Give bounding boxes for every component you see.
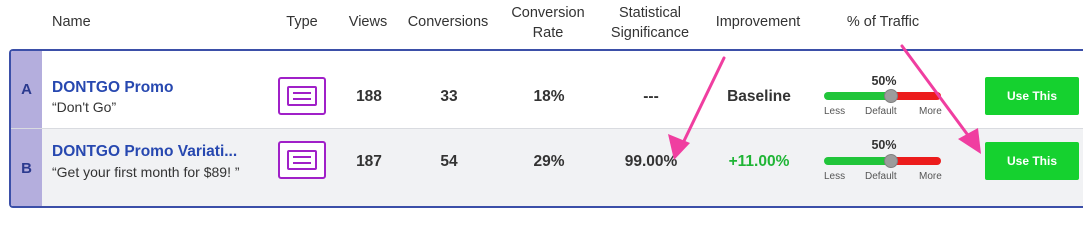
- use-this-button[interactable]: Use This: [985, 142, 1079, 180]
- significance-value: ---: [643, 88, 659, 105]
- header-improvement: Improvement: [715, 14, 801, 30]
- improvement-value: +11.00%: [728, 153, 790, 170]
- traffic-slider[interactable]: [824, 157, 941, 165]
- page-variation-icon-line: [293, 162, 311, 164]
- slider-default-label: Default: [865, 106, 897, 117]
- page-variation-icon-frame: [287, 150, 317, 170]
- variation-subtitle: “Don't Go”: [52, 99, 117, 115]
- page-variation-icon-line: [293, 156, 311, 158]
- header-type: Type: [286, 14, 318, 30]
- traffic-slider-green: [824, 157, 891, 165]
- conversions-value: 33: [440, 88, 458, 105]
- page-variation-icon[interactable]: [278, 77, 326, 115]
- traffic-slider[interactable]: [824, 92, 941, 100]
- traffic-slider-knob[interactable]: [884, 89, 898, 103]
- slider-less-label: Less: [824, 171, 846, 182]
- traffic-slider-knob[interactable]: [884, 154, 898, 168]
- views-value: 187: [356, 153, 382, 170]
- variations-table: A DONTGO Promo “Don't Go” 188 33 18% ---…: [9, 49, 1083, 208]
- conversion-rate-value: 29%: [533, 153, 565, 170]
- variation-name-link[interactable]: DONTGO Promo Variati...: [52, 143, 237, 161]
- use-this-button[interactable]: Use This: [985, 77, 1079, 115]
- conversion-rate-value: 18%: [533, 88, 565, 105]
- views-value: 188: [356, 88, 382, 105]
- header-traffic: % of Traffic: [846, 14, 920, 30]
- table-row: B DONTGO Promo Variati... “Get your firs…: [11, 128, 1083, 206]
- slider-default-label: Default: [865, 171, 897, 182]
- traffic-percent: 50%: [871, 138, 897, 152]
- header-name: Name: [52, 14, 91, 30]
- page-variation-icon-frame: [287, 86, 317, 106]
- page-variation-icon-line: [293, 98, 311, 100]
- variation-letter: A: [11, 51, 42, 128]
- page-variation-icon[interactable]: [278, 141, 326, 179]
- table-row: A DONTGO Promo “Don't Go” 188 33 18% ---…: [11, 51, 1083, 128]
- header-conversions: Conversions: [407, 14, 489, 30]
- header-significance: Statistical Significance: [610, 5, 690, 41]
- header-views: Views: [348, 14, 388, 30]
- variation-name-link[interactable]: DONTGO Promo: [52, 79, 173, 97]
- slider-more-label: More: [919, 171, 942, 182]
- variation-letter: B: [11, 129, 42, 206]
- conversions-value: 54: [440, 153, 458, 170]
- slider-more-label: More: [919, 106, 942, 117]
- table-header: Name Type Views Conversions Conversion R…: [0, 0, 1083, 48]
- improvement-value: Baseline: [727, 88, 791, 105]
- traffic-slider-green: [824, 92, 891, 100]
- significance-value: 99.00%: [624, 153, 678, 170]
- page-variation-icon-line: [293, 92, 311, 94]
- traffic-slider-red: [891, 157, 941, 165]
- variation-subtitle: “Get your first month for $89! ”: [52, 164, 240, 180]
- slider-less-label: Less: [824, 106, 846, 117]
- header-conversion-rate: Conversion Rate: [511, 5, 585, 41]
- traffic-percent: 50%: [871, 74, 897, 88]
- traffic-slider-red: [891, 92, 941, 100]
